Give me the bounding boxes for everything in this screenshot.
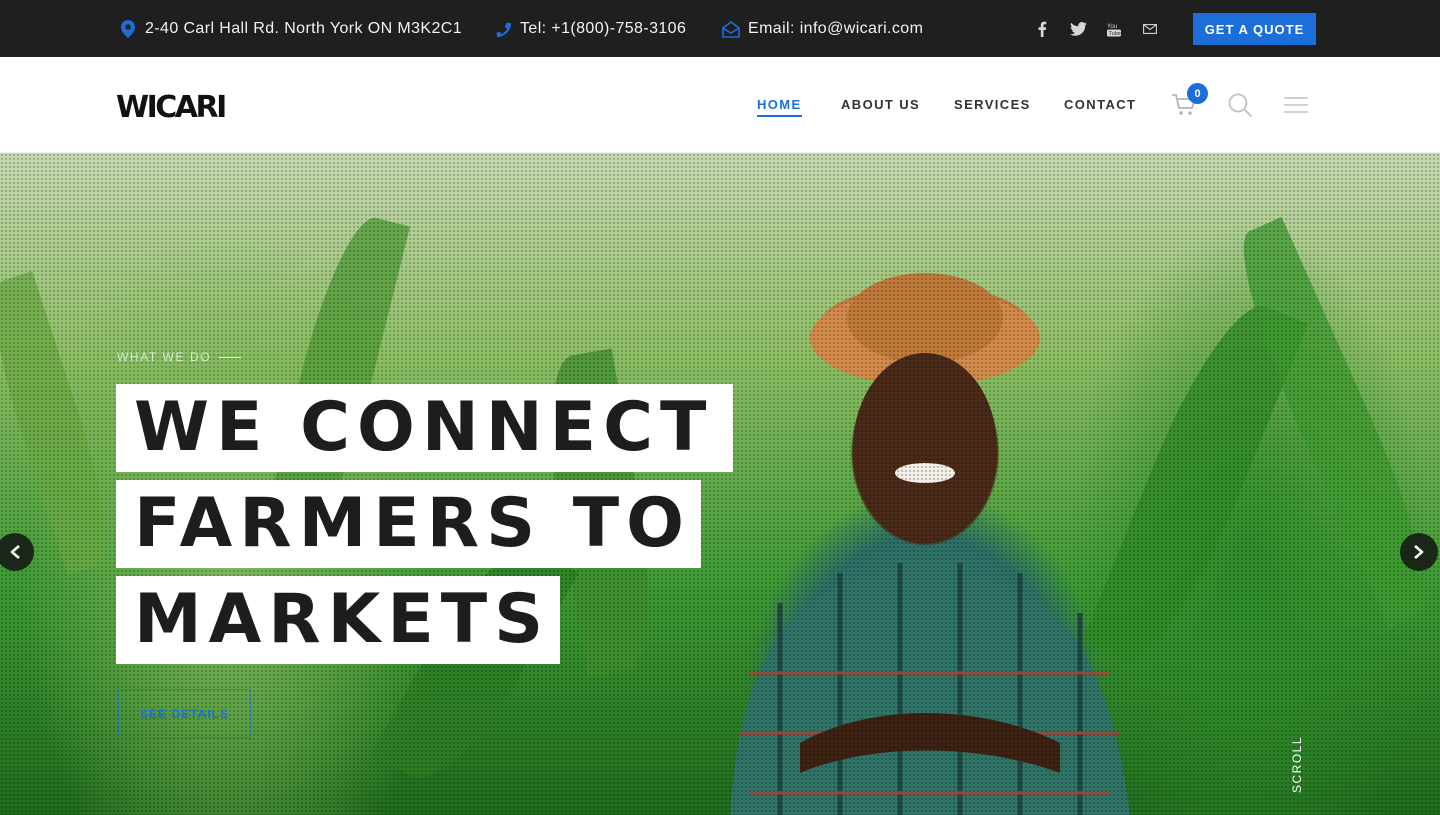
main-header: WICARI HOME ABOUT US SERVICES CONTACT 0 <box>0 57 1440 153</box>
scroll-indicator[interactable]: SCROLL <box>1287 735 1307 795</box>
search-icon[interactable] <box>1226 91 1254 119</box>
svg-text:Tube: Tube <box>1109 31 1121 37</box>
nav-services[interactable]: SERVICES <box>954 97 1031 112</box>
nav-contact[interactable]: CONTACT <box>1064 97 1136 112</box>
farmer-photo <box>730 273 1130 815</box>
nav-about-us[interactable]: ABOUT US <box>841 97 920 112</box>
top-bar: 2-40 Carl Hall Rd. North York ON M3K2C1 … <box>0 0 1440 57</box>
map-pin-icon <box>119 20 137 38</box>
hero-slider: WHAT WE DO WE CONNECT FARMERS TO MARKETS… <box>0 153 1440 815</box>
youtube-icon[interactable]: You Tube <box>1104 19 1124 39</box>
scroll-text: SCROLL <box>1290 736 1304 793</box>
arrow-left-icon[interactable] <box>0 533 34 571</box>
phone-text: Tel: +1(800)-758-3106 <box>520 20 687 37</box>
phone-icon <box>494 20 512 38</box>
headline-line-1: WE CONNECT <box>116 384 733 472</box>
mail-icon[interactable] <box>1140 19 1160 39</box>
twitter-icon[interactable] <box>1068 19 1088 39</box>
address-text: 2-40 Carl Hall Rd. North York ON M3K2C1 <box>145 20 463 37</box>
email-text: Email: info@wicari.com <box>748 20 924 37</box>
svg-text:WICARI: WICARI <box>116 91 225 121</box>
email-item[interactable]: Email: info@wicari.com <box>722 19 923 39</box>
cart-count-badge: 0 <box>1187 83 1208 104</box>
eyebrow-line <box>219 356 242 358</box>
headline-text-2: FARMERS TO <box>134 484 691 563</box>
svg-text:You: You <box>1107 24 1117 30</box>
get-a-quote-button[interactable]: GET A QUOTE <box>1193 13 1316 45</box>
headline-text-3: MARKETS <box>134 580 551 659</box>
headline-line-2: FARMERS TO <box>116 480 701 568</box>
address-item: 2-40 Carl Hall Rd. North York ON M3K2C1 <box>119 19 462 39</box>
hero-eyebrow: WHAT WE DO <box>117 350 242 364</box>
headline-line-3: MARKETS <box>116 576 560 664</box>
nav-home[interactable]: HOME <box>757 97 802 117</box>
leaf-shape <box>0 271 125 575</box>
arrow-right-icon[interactable] <box>1400 533 1438 571</box>
menu-icon[interactable] <box>1282 91 1310 119</box>
envelope-open-icon <box>722 20 740 38</box>
eyebrow-text: WHAT WE DO <box>117 350 212 364</box>
see-details-button[interactable]: SEE DETAILS <box>118 689 251 738</box>
facebook-icon[interactable] <box>1032 19 1052 39</box>
headline-text-1: WE CONNECT <box>134 388 714 467</box>
phone-item[interactable]: Tel: +1(800)-758-3106 <box>494 19 686 39</box>
wicari-logo[interactable]: WICARI <box>116 90 240 125</box>
